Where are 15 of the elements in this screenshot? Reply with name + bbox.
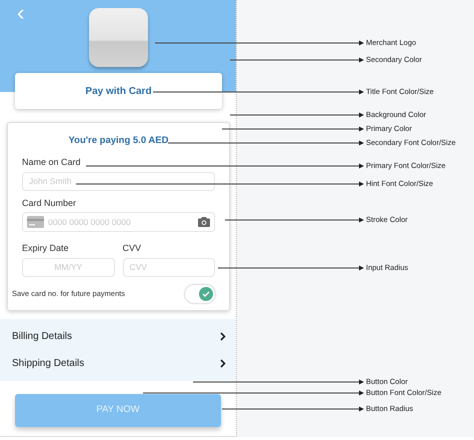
card-icon <box>27 216 44 228</box>
details-row[interactable]: Shipping Details <box>0 350 236 377</box>
field-label: Expiry Date <box>22 242 70 256</box>
field-label: Card Number <box>22 196 78 210</box>
check-icon <box>202 290 210 298</box>
camera-icon[interactable] <box>198 217 210 228</box>
chevron-right-icon <box>220 332 226 341</box>
logo-placeholder <box>88 8 148 67</box>
field-label: Name on Card <box>22 156 82 170</box>
title-card: Pay with Card <box>15 73 222 109</box>
amount-text: You're paying 5.0 AED <box>68 134 170 148</box>
details-row[interactable]: Billing Details <box>0 322 236 350</box>
toggle-switch[interactable] <box>185 284 215 303</box>
field-label: CVV <box>122 242 142 256</box>
chevron-right-icon <box>220 358 226 368</box>
